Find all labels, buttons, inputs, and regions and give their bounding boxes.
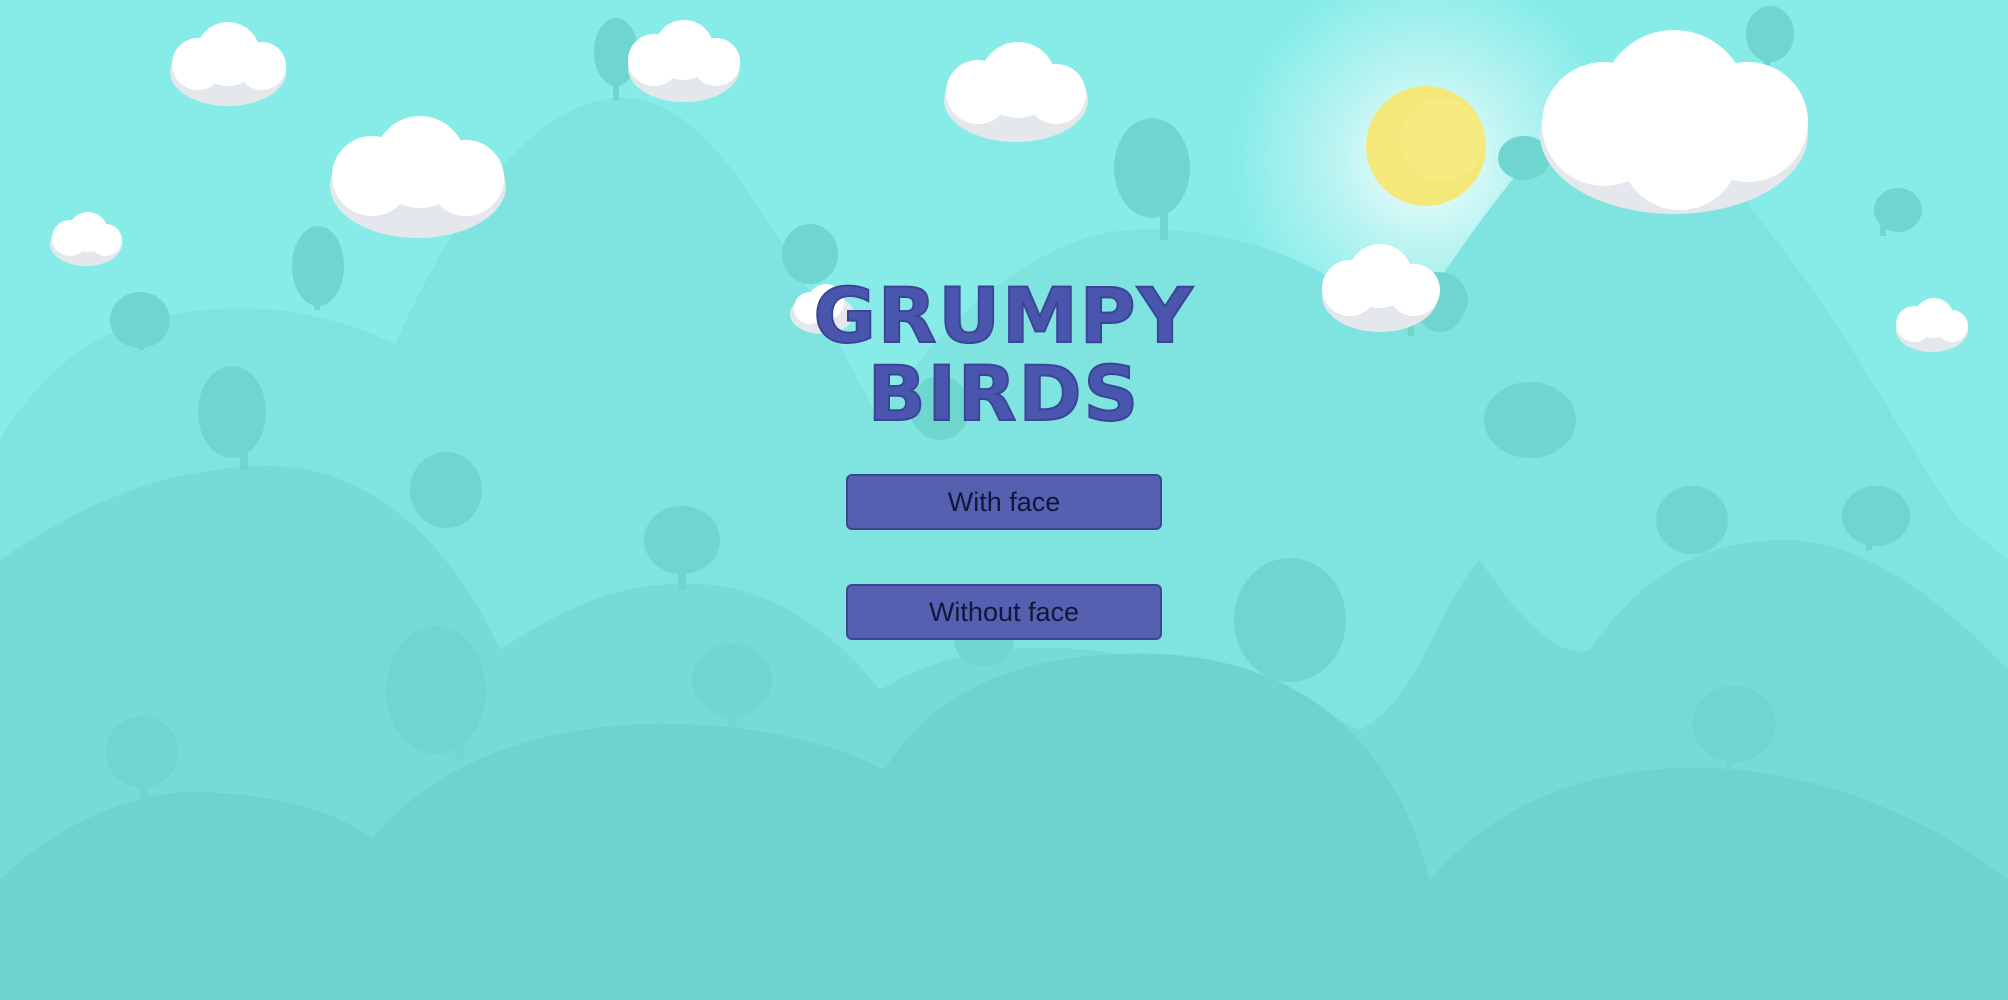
game-title-line-2: BIRDS [867,349,1141,438]
game-stage: GRUMPY BIRDS With face Without face [0,0,2008,1000]
game-title-line-1: GRUMPY [813,271,1195,360]
without-face-button[interactable]: Without face [846,584,1162,640]
tree [410,452,482,528]
tree [1656,486,1728,554]
with-face-button[interactable]: With face [846,474,1162,530]
